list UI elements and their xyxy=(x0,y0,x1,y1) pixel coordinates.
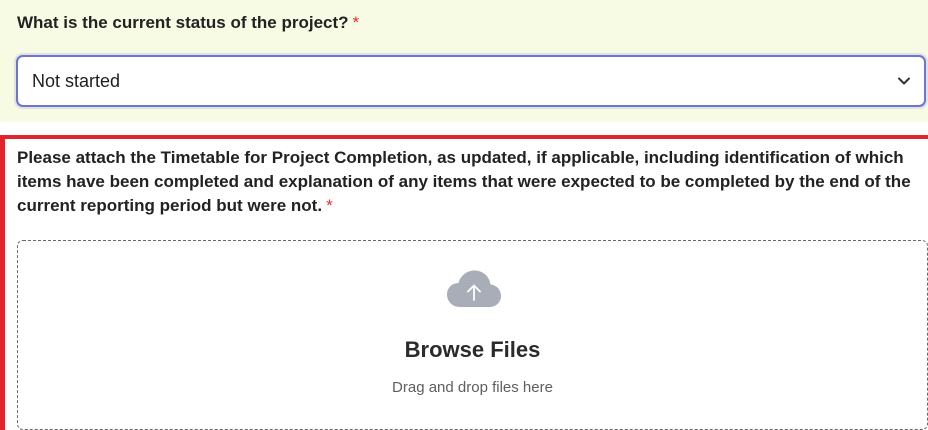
status-question-label: What is the current status of the projec… xyxy=(17,13,359,33)
file-dropzone[interactable]: Browse Files Drag and drop files here xyxy=(17,240,928,430)
status-select-value: Not started xyxy=(32,71,121,91)
cloud-upload-icon xyxy=(447,270,501,307)
status-question-text: What is the current status of the projec… xyxy=(17,13,349,32)
status-select[interactable]: Not started xyxy=(16,55,926,107)
chevron-down-icon[interactable] xyxy=(896,73,912,89)
attach-question-text: Please attach the Timetable for Project … xyxy=(17,148,911,215)
attach-question-block: Please attach the Timetable for Project … xyxy=(0,135,928,430)
status-question-block: What is the current status of the projec… xyxy=(0,0,928,122)
form-page: What is the current status of the projec… xyxy=(0,0,928,430)
drag-drop-hint: Drag and drop files here xyxy=(392,379,553,396)
browse-files-label[interactable]: Browse Files xyxy=(18,337,927,363)
required-star: * xyxy=(352,13,360,32)
attach-question-label: Please attach the Timetable for Project … xyxy=(17,146,917,218)
required-star: * xyxy=(326,196,333,215)
